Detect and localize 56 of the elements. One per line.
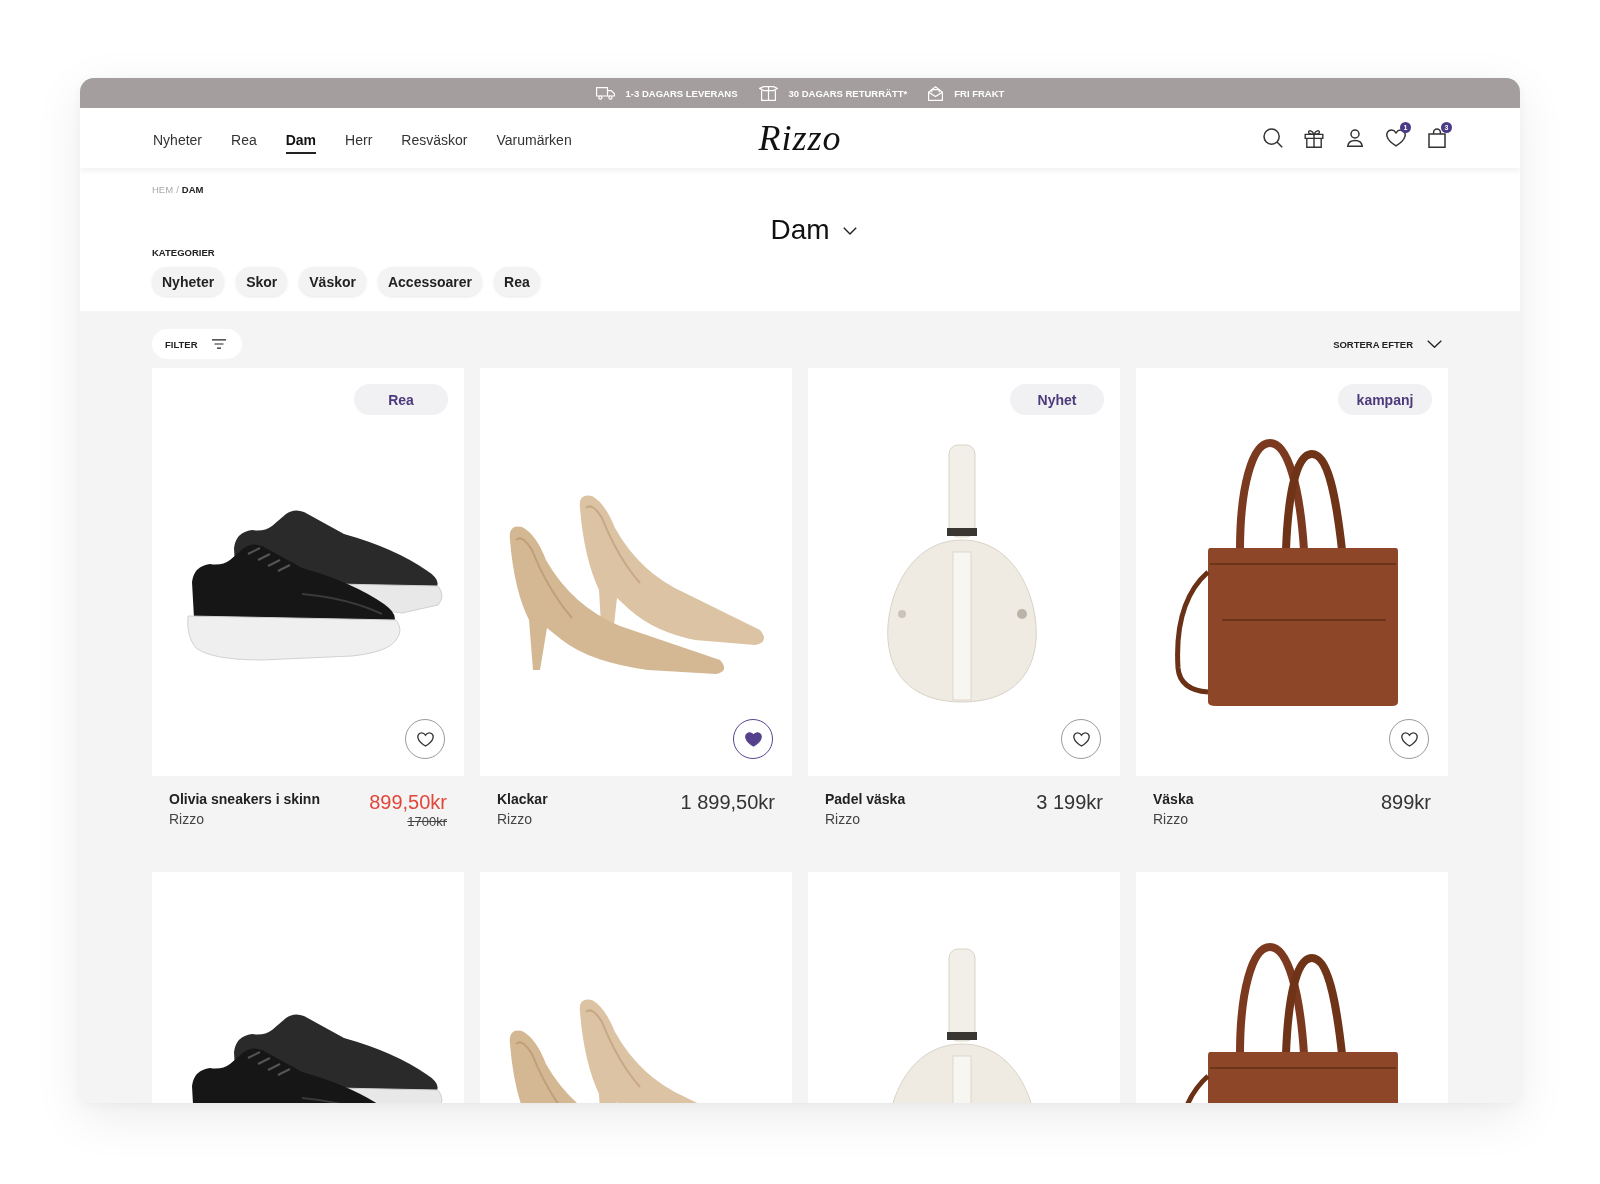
product-tag: Nyhet: [1010, 384, 1104, 415]
category-chip[interactable]: Accessoarer: [377, 267, 483, 296]
nav-link[interactable]: Herr: [345, 128, 373, 154]
filter-icon: [211, 339, 226, 349]
box-icon: [758, 85, 778, 101]
promo-text: FRI FRAKT: [954, 87, 1005, 99]
search-icon[interactable]: [1263, 128, 1283, 148]
product-name[interactable]: Klackar: [497, 790, 548, 808]
breadcrumb-link[interactable]: DAM: [181, 184, 204, 196]
nav-link[interactable]: Varumärken: [496, 128, 572, 154]
breadcrumb-separator: /: [176, 184, 179, 196]
nav-link[interactable]: Dam: [285, 128, 317, 154]
original-price: 1700kr: [407, 814, 447, 830]
heart-icon: [1072, 732, 1090, 747]
product-tag: Rea: [354, 384, 448, 415]
brand-name: Rizzo: [825, 810, 861, 828]
logo[interactable]: Rizzo: [758, 118, 842, 158]
shopping-bag-icon[interactable]: [1428, 128, 1446, 148]
brand-name: Rizzo: [497, 810, 533, 828]
page-title: Dam: [770, 213, 830, 247]
favorite-button[interactable]: [1389, 719, 1429, 759]
chevron-down-icon[interactable]: [1427, 340, 1442, 348]
promo-text: 30 DAGARS RETURRÄTT*: [788, 87, 908, 99]
filter-button[interactable]: FILTER: [152, 329, 242, 359]
heart-icon: [416, 732, 434, 747]
product-name[interactable]: Väska: [1153, 790, 1194, 808]
product-name[interactable]: Padel väska: [825, 790, 906, 808]
favorite-button[interactable]: [405, 719, 445, 759]
favorite-button[interactable]: [1061, 719, 1101, 759]
category-chip[interactable]: Väskor: [299, 267, 366, 296]
product-tag: kampanj: [1338, 384, 1432, 415]
chevron-down-icon[interactable]: [842, 227, 857, 235]
brand-name: Rizzo: [1153, 810, 1189, 828]
category-chip[interactable]: Nyheter: [152, 267, 225, 296]
product-price: 899kr: [1380, 790, 1431, 814]
brand-name: Rizzo: [169, 810, 205, 828]
nav-link[interactable]: Nyheter: [153, 128, 203, 154]
heart-icon: [1400, 732, 1418, 747]
product-name[interactable]: Olivia sneakers i skinn: [169, 790, 320, 808]
product-price: 3 199kr: [1036, 790, 1103, 814]
favorite-button[interactable]: [733, 719, 773, 759]
product-price: 1 899,50kr: [680, 790, 775, 814]
product-price: 899,50kr: [369, 790, 447, 814]
promo-text: 1-3 DAGARS LEVERANS: [625, 87, 738, 99]
categories-heading: KATEGORIER: [152, 247, 215, 259]
nav-link[interactable]: Rea: [231, 128, 257, 154]
truck-icon: [595, 86, 615, 100]
category-chip[interactable]: Skor: [236, 267, 288, 296]
envelope-icon: [928, 85, 944, 101]
heart-icon[interactable]: [1386, 129, 1406, 147]
gift-box-icon[interactable]: [1304, 128, 1324, 148]
nav-link[interactable]: Resväskor: [401, 128, 468, 154]
heart-icon: [744, 732, 762, 747]
sort-dropdown[interactable]: SORTERA EFTER: [1333, 338, 1413, 350]
user-icon[interactable]: [1347, 129, 1363, 147]
category-chip[interactable]: Rea: [494, 267, 540, 296]
